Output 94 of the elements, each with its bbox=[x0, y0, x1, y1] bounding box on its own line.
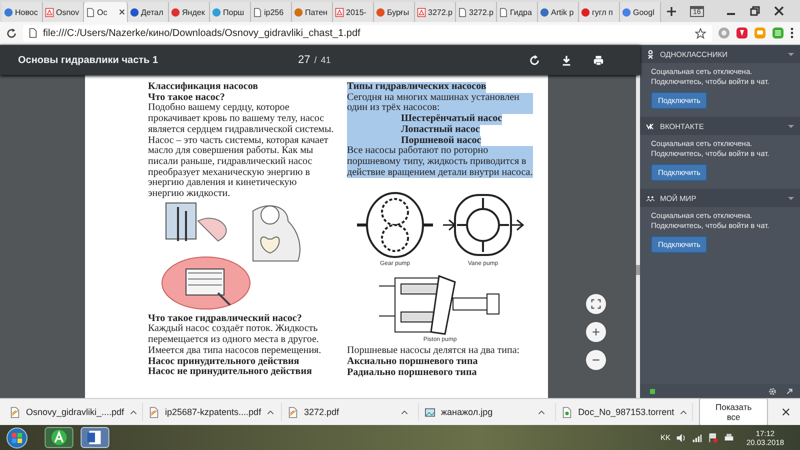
paragraph: Сегодня на многих машинах установлен один из трёх насосов: bbox=[347, 92, 533, 114]
paragraph: Все насосы работают по роторно поршневому типу, жидкость приводится в действие вращением детали внутри насоса. bbox=[347, 146, 533, 178]
paragraph: Каждый насос создаёт поток. Жидкость перемещается из одного места в другое. Имеется два типа насосов перемещения. bbox=[148, 324, 322, 357]
section-heading: Типы гидравлических насосов bbox=[347, 82, 486, 93]
word-icon[interactable] bbox=[80, 427, 110, 448]
page-icon bbox=[253, 8, 262, 16]
page-icon bbox=[499, 8, 508, 16]
browser-tab[interactable]: ip256 bbox=[251, 2, 292, 22]
section-heading: Насос принудительного действия bbox=[148, 356, 300, 367]
browser-tab[interactable]: гугл п bbox=[579, 2, 620, 22]
app-icon[interactable] bbox=[44, 427, 74, 448]
section-heading: Классификация насосов bbox=[148, 82, 260, 93]
browser-tab[interactable]: Детал bbox=[128, 2, 169, 22]
pdf-file-icon bbox=[288, 406, 298, 418]
pdf-file-icon bbox=[10, 406, 20, 418]
fit-page-button[interactable] bbox=[586, 294, 606, 314]
download-icon[interactable] bbox=[561, 54, 572, 66]
chevron-up-icon[interactable] bbox=[130, 410, 138, 414]
browser-tab[interactable]: Патен bbox=[292, 2, 333, 22]
section-heading: Поршневой насос bbox=[347, 136, 482, 146]
pdf-icon bbox=[335, 8, 344, 16]
section-heading: Радиально поршневого типа bbox=[347, 368, 478, 378]
address-field[interactable]: file:///C:/Users/Nazerke/кино/Downloads/Osnovy_gidravliki_chast_1.pdf bbox=[23, 24, 712, 42]
people-icon bbox=[646, 194, 655, 202]
section-heading: Что такое гидравлический насос? bbox=[148, 314, 303, 324]
star-icon[interactable] bbox=[695, 28, 706, 38]
printer-icon[interactable] bbox=[724, 432, 734, 442]
plus-icon bbox=[591, 327, 601, 337]
zoom-out-button[interactable] bbox=[586, 350, 606, 370]
page-icon bbox=[86, 8, 95, 16]
flag-icon[interactable] bbox=[708, 432, 718, 442]
page-number[interactable]: 27 bbox=[298, 54, 310, 66]
volume-icon[interactable] bbox=[676, 432, 686, 442]
chevron-up-icon[interactable] bbox=[267, 410, 274, 414]
browser-tab[interactable]: Порш bbox=[210, 2, 251, 22]
download-item[interactable]: Doc_No_987153.torrent bbox=[562, 403, 694, 421]
browser-tab[interactable]: Artik р bbox=[538, 2, 579, 22]
download-item[interactable]: Osnovy_gidravliki_....pdf bbox=[10, 403, 143, 421]
browser-tab[interactable]: 3272.p bbox=[415, 2, 456, 22]
rotate-icon[interactable] bbox=[529, 54, 540, 66]
signal-icon[interactable] bbox=[692, 432, 702, 442]
pdf-file-icon bbox=[149, 406, 159, 418]
page-total: 41 bbox=[320, 55, 331, 65]
browser-tab[interactable]: Бурғы bbox=[374, 2, 415, 22]
close-icon[interactable] bbox=[774, 6, 784, 16]
page-icon bbox=[29, 28, 37, 38]
section-heading: Шестерёнчатый насос bbox=[347, 114, 502, 125]
caret-icon bbox=[788, 196, 794, 200]
scrollbar[interactable] bbox=[636, 75, 640, 398]
close-tab-icon[interactable] bbox=[119, 9, 125, 15]
section-heading: Аксиально поршневого типа bbox=[347, 357, 479, 368]
document-title: Основы гидравлики часть 1 bbox=[18, 54, 160, 66]
person-icon bbox=[646, 50, 655, 58]
caret-icon bbox=[788, 52, 794, 56]
browser-tab[interactable]: Яндек bbox=[169, 2, 210, 22]
close-icon[interactable] bbox=[782, 408, 790, 416]
online-status-icon bbox=[650, 388, 655, 394]
image-file-icon bbox=[425, 406, 436, 418]
section-heading: Лопастный насос bbox=[347, 124, 480, 136]
list-icon[interactable] bbox=[772, 27, 784, 39]
print-icon[interactable] bbox=[593, 54, 604, 66]
chevron-up-icon[interactable] bbox=[538, 410, 546, 414]
caret-icon bbox=[788, 124, 794, 128]
settings-icon[interactable] bbox=[768, 386, 777, 396]
download-item[interactable]: 3272.pdf bbox=[288, 403, 420, 421]
browser-tab[interactable]: Ос bbox=[84, 2, 128, 22]
browser-tab[interactable]: Гидра bbox=[497, 2, 538, 22]
new-tab-icon[interactable] bbox=[667, 6, 676, 16]
page-separator: / bbox=[314, 55, 317, 65]
torrent-file-icon bbox=[562, 406, 572, 418]
zoom-in-button[interactable] bbox=[586, 322, 606, 342]
restore-icon[interactable] bbox=[750, 6, 760, 16]
vk-icon bbox=[646, 122, 655, 130]
pdf-icon bbox=[45, 8, 54, 16]
browser-tab[interactable]: Новос bbox=[2, 2, 43, 22]
show-all-button[interactable]: Показать все bbox=[699, 398, 768, 426]
browser-tab[interactable]: 2015- bbox=[333, 2, 374, 22]
browser-tab[interactable]: Osnov bbox=[43, 2, 84, 22]
page-icon bbox=[458, 8, 467, 16]
download-item[interactable]: жанажол.jpg bbox=[425, 403, 556, 421]
download-item[interactable]: ip25687-kzpatents....pdf bbox=[149, 403, 282, 421]
browser-tab[interactable]: Googl bbox=[620, 2, 661, 22]
paragraph: Поршневые насосы делятся на два типа: bbox=[347, 346, 521, 357]
chevron-up-icon[interactable] bbox=[401, 410, 408, 414]
section-heading: Что такое насос? bbox=[148, 92, 226, 103]
pdf-icon bbox=[417, 8, 426, 16]
reload-icon[interactable] bbox=[6, 28, 17, 38]
fit-icon bbox=[591, 299, 601, 309]
menu-icon[interactable] bbox=[790, 27, 794, 39]
section-heading: Насос не принудительного действия bbox=[148, 367, 313, 378]
chevron-up-icon[interactable] bbox=[680, 410, 688, 414]
paragraph: Подобно вашему сердцу, которое прокачивает кровь по вашему телу, насос является сердцем гидравлической системы. Насос – это часть системы, которая качает масло для совершения работы. Как мы писали раньше, гидравлический насос преобразует механическую энергию в энергию давления и кинетическую энергию жидкости. bbox=[148, 103, 334, 200]
start-button-icon[interactable] bbox=[6, 426, 28, 448]
browser-tab[interactable]: 3272.p bbox=[456, 2, 497, 22]
